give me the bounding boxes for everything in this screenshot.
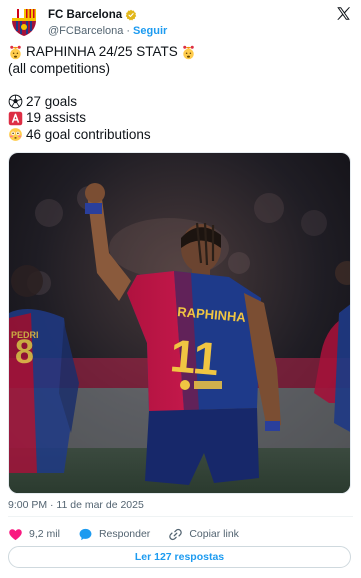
read-replies-button[interactable]: Ler 127 respostas (8, 546, 351, 568)
stat-assists: 19 assists (8, 110, 353, 127)
tweet-title: RAPHINHA 24/25 STATS (26, 44, 178, 59)
stat-contributions: 46 goal contributions (8, 127, 353, 144)
stat-contributions-text: 46 goal contributions (26, 126, 151, 142)
copy-link-label: Copiar link (189, 528, 239, 540)
exploding-head-icon (10, 45, 21, 59)
follow-button[interactable]: Seguir (133, 25, 167, 37)
left-player-name: PEDRI (11, 330, 39, 340)
like-button[interactable]: 9,2 mil (8, 527, 60, 542)
tweet-timestamp[interactable]: 9:00 PM · 11 de mar de 2025 (8, 499, 144, 511)
tweet-actions: 9,2 mil Responder Copiar link (8, 524, 257, 544)
account-names: FC Barcelona @FCBarcelona · Seguir (48, 7, 167, 38)
tweet-line-title: RAPHINHA 24/25 STATS (8, 44, 353, 61)
like-count: 9,2 mil (29, 528, 60, 540)
stat-goals: 27 goals (8, 94, 353, 111)
stat-goals-text: 27 goals (26, 93, 78, 109)
link-icon (169, 528, 183, 540)
reply-bubble-icon (79, 528, 92, 540)
tweet-header: FC Barcelona @FCBarcelona · Seguir (8, 6, 353, 38)
exploding-head-icon (183, 45, 194, 59)
tweet-line-subtitle: (all competitions) (8, 61, 353, 78)
x-logo-icon[interactable] (336, 6, 351, 21)
tweet-subtitle: (all competitions) (8, 60, 111, 76)
verified-badge-icon (125, 9, 137, 20)
display-name[interactable]: FC Barcelona (48, 9, 122, 21)
raphinha-celebrating-photo[interactable]: 8 PEDRI RAPHINHA 11 (8, 152, 351, 494)
heart-icon (9, 528, 22, 540)
account-handle[interactable]: @FCBarcelona (48, 25, 123, 37)
reply-label: Responder (98, 528, 151, 540)
flushed-face-icon (9, 128, 22, 142)
tweet-text: RAPHINHA 24/25 STATS (all competitions) … (8, 44, 353, 143)
fc-barcelona-crest-icon[interactable] (8, 6, 40, 38)
reply-button[interactable]: Responder (78, 527, 150, 542)
soccer-ball-icon (8, 94, 23, 109)
stat-assists-text: 19 assists (26, 110, 87, 125)
jersey-number: 11 (168, 329, 221, 385)
copy-link-button[interactable]: Copiar link (168, 527, 239, 542)
letter-a-icon (8, 111, 23, 125)
separator-dot: · (126, 24, 131, 37)
divider (8, 516, 353, 517)
